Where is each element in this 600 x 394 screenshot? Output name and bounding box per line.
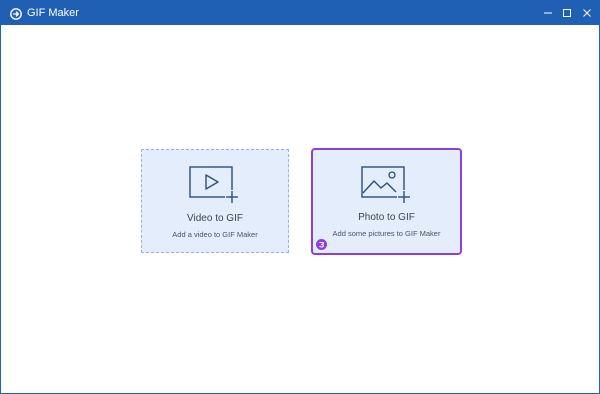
video-card-title: Video to GIF <box>187 213 243 224</box>
close-button[interactable] <box>576 1 598 25</box>
video-add-icon <box>189 166 241 211</box>
close-icon <box>583 9 591 17</box>
image-add-icon <box>360 166 413 211</box>
photo-card-subtitle: Add some pictures to GIF Maker <box>332 229 441 238</box>
title-bar[interactable]: GIF Maker <box>1 1 599 25</box>
selection-badge-icon <box>316 239 327 250</box>
minimize-icon <box>544 12 552 14</box>
maximize-icon <box>563 9 571 17</box>
photo-to-gif-card[interactable]: Photo to GIF Add some pictures to GIF Ma… <box>311 148 462 255</box>
window-title: GIF Maker <box>27 7 79 19</box>
photo-card-title: Photo to GIF <box>358 212 415 223</box>
main-content: Video to GIF Add a video to GIF Maker Ph… <box>1 25 599 393</box>
app-logo-icon <box>10 7 22 20</box>
video-to-gif-card[interactable]: Video to GIF Add a video to GIF Maker <box>141 149 289 253</box>
gif-maker-window: GIF Maker Video to GIF Add a video to GI… <box>0 0 600 394</box>
video-card-subtitle: Add a video to GIF Maker <box>172 230 258 239</box>
maximize-button[interactable] <box>556 1 578 25</box>
